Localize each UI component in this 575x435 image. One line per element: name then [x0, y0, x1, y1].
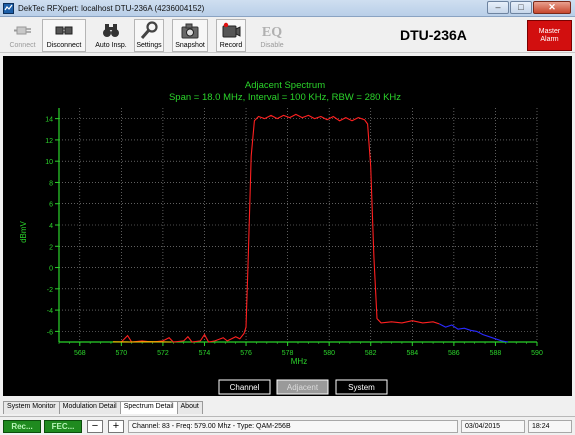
connect-label: Connect [9, 42, 36, 49]
y-tick-label: 0 [49, 266, 53, 273]
y-axis-label: dBmV [19, 220, 28, 242]
tab-spectrum-detail[interactable]: Spectrum Detail [119, 401, 178, 414]
title-bar: DekTec RFXpert: localhost DTU-236A (4236… [0, 0, 575, 17]
disconnect-button[interactable]: Disconnect [42, 19, 86, 52]
unplug-icon [55, 26, 73, 35]
chart-grid [59, 108, 538, 342]
settings-button[interactable]: Settings [134, 19, 164, 52]
status-bar: Rec... FEC... − + Channel: 83 - Freq: 57… [0, 416, 575, 435]
minimize-button[interactable]: – [487, 1, 509, 14]
tab-strip: System Monitor Modulation Detail Spectru… [3, 401, 203, 414]
toolbar: Connect Disconnect Auto Insp. Settings S… [0, 17, 575, 53]
x-tick-label: 590 [531, 350, 543, 357]
x-axis-label: MHz [291, 357, 307, 366]
binoculars-icon [103, 24, 119, 37]
spectrum-panel: Adjacent Spectrum Span = 18.0 MHz, Inter… [3, 56, 572, 396]
svg-text:EQ: EQ [262, 25, 282, 40]
tab-about[interactable]: About [176, 401, 203, 414]
y-tick-label: -6 [47, 329, 53, 336]
master-alarm-button[interactable]: Master Alarm [527, 20, 572, 51]
window-title: DekTec RFXpert: localhost DTU-236A (4236… [18, 3, 205, 13]
x-tick-label: 580 [323, 350, 335, 357]
app-icon [3, 2, 14, 14]
x-tick-label: 584 [406, 350, 418, 357]
connect-button[interactable]: Connect [4, 19, 41, 52]
x-tick-label: 574 [199, 350, 211, 357]
x-tick-label: 578 [282, 350, 294, 357]
close-button[interactable]: ✕ [533, 1, 571, 14]
x-tick-label: 582 [365, 350, 377, 357]
alarm-line-2: Alarm [540, 36, 559, 43]
status-time: 18:24 [528, 420, 572, 433]
y-tick-label: 8 [49, 180, 53, 187]
tab-system-monitor[interactable]: System Monitor [3, 401, 60, 414]
y-tick-label: -2 [47, 287, 53, 294]
device-name: DTU-236A [400, 27, 467, 43]
minus-button[interactable]: − [87, 420, 103, 433]
x-tick-label: 568 [74, 350, 86, 357]
mode-button-adjacent[interactable]: Adjacent [276, 379, 329, 395]
plug-icon [13, 26, 31, 35]
auto-inspect-button[interactable]: Auto Insp. [89, 19, 133, 52]
tab-modulation-detail[interactable]: Modulation Detail [58, 401, 121, 414]
record-icon [222, 22, 241, 38]
spectrum-trace-1 [120, 113, 440, 343]
mode-button-system[interactable]: System [335, 379, 388, 395]
spectrum-chart: Adjacent Spectrum Span = 18.0 MHz, Inter… [19, 80, 543, 395]
mode-button-label: System [348, 383, 375, 392]
x-tick-label: 576 [240, 350, 252, 357]
y-tick-label: 4 [49, 223, 53, 230]
y-tick-label: -4 [47, 308, 53, 315]
mode-button-channel[interactable]: Channel [218, 379, 271, 395]
x-tick-label: 588 [490, 350, 502, 357]
x-tick-label: 572 [157, 350, 169, 357]
channel-info: Channel: 83 - Freq: 579.00 Mhz - Type: Q… [128, 420, 458, 433]
rec-button[interactable]: Rec... [3, 420, 41, 433]
disconnect-label: Disconnect [46, 42, 82, 49]
eq-disable-button[interactable]: EQ Disable [255, 19, 289, 52]
settings-label: Settings [136, 42, 162, 49]
chart-subtitle: Span = 18.0 MHz, Interval = 100 KHz, RBW… [169, 92, 401, 103]
y-tick-label: 2 [49, 244, 53, 251]
camera-icon [181, 23, 199, 39]
x-tick-label: 586 [448, 350, 460, 357]
mode-buttons: Channel Adjacent System [218, 379, 388, 395]
snapshot-button[interactable]: Snapshot [172, 19, 208, 52]
status-date: 03/04/2015 [461, 420, 525, 433]
snapshot-label: Snapshot [175, 42, 205, 49]
mode-button-label: Adjacent [287, 383, 319, 392]
auto-inspect-label: Auto Insp. [95, 42, 127, 49]
maximize-button[interactable]: □ [510, 1, 532, 14]
plus-button[interactable]: + [108, 420, 124, 433]
y-tick-label: 12 [45, 138, 53, 145]
x-tick-label: 570 [116, 350, 128, 357]
chart-ticks: 568 570 572 574 576 578 580 582 584 586 588 590 -6 -4… [45, 117, 543, 357]
eq-icon: EQ [262, 25, 282, 40]
eq-disable-label: Disable [260, 42, 284, 49]
record-label: Record [219, 42, 243, 49]
y-tick-label: 10 [45, 159, 53, 166]
chart-traces [112, 113, 508, 343]
chart-title: Adjacent Spectrum [245, 80, 325, 91]
fec-button[interactable]: FEC... [44, 420, 82, 433]
spectrum-trace-2 [439, 323, 508, 343]
wrench-icon [140, 21, 158, 39]
y-tick-label: 6 [49, 202, 53, 209]
alarm-line-1: Master [538, 28, 561, 35]
y-tick-label: 14 [45, 117, 53, 124]
record-button[interactable]: Record [216, 19, 246, 52]
chart-axes [58, 108, 537, 343]
mode-button-label: Channel [230, 383, 260, 392]
